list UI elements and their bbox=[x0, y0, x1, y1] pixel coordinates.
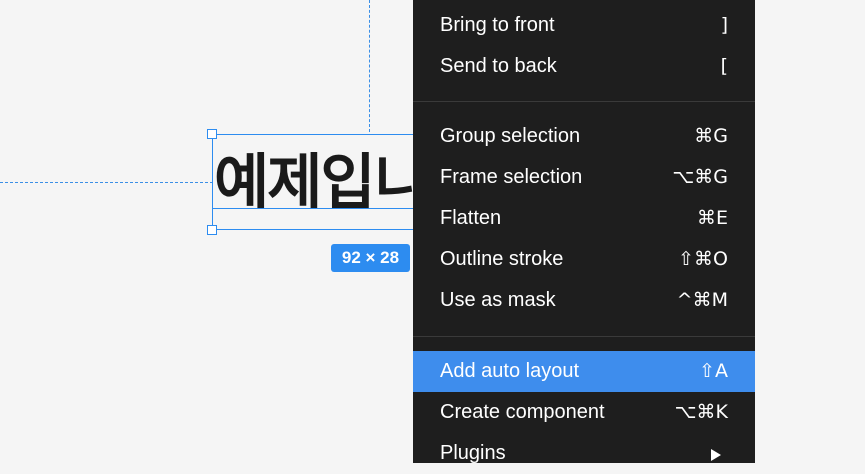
menu-item-bring-to-front[interactable]: Bring to front ] bbox=[413, 5, 755, 46]
menu-item-shortcut: ] bbox=[720, 14, 728, 36]
horizontal-guide-line bbox=[0, 182, 213, 183]
menu-item-label: Plugins bbox=[440, 442, 506, 464]
menu-separator bbox=[413, 336, 755, 337]
menu-item-label: Create component bbox=[440, 401, 605, 423]
menu-item-label: Bring to front bbox=[440, 14, 555, 36]
menu-item-shortcut: ⇧A bbox=[699, 360, 728, 382]
resize-handle-top-left[interactable] bbox=[207, 129, 217, 139]
menu-item-shortcut: ⌥⌘G bbox=[672, 166, 728, 188]
menu-item-plugins[interactable]: Plugins bbox=[413, 433, 755, 474]
dimension-badge: 92 × 28 bbox=[331, 244, 410, 272]
menu-item-label: Flatten bbox=[440, 207, 502, 229]
menu-separator bbox=[413, 101, 755, 102]
menu-item-shortcut: ⇧⌘O bbox=[678, 248, 728, 270]
menu-item-send-to-back[interactable]: Send to back [ bbox=[413, 46, 755, 87]
selection-baseline bbox=[213, 208, 423, 209]
resize-handle-bottom-left[interactable] bbox=[207, 225, 217, 235]
menu-item-shortcut: [ bbox=[720, 55, 728, 77]
context-menu: Bring to front ] Send to back [ Group se… bbox=[413, 0, 755, 464]
menu-item-flatten[interactable]: Flatten ⌘E bbox=[413, 198, 755, 239]
menu-item-label: Send to back bbox=[440, 55, 557, 77]
menu-item-shortcut: ⌘E bbox=[696, 207, 728, 229]
menu-item-label: Outline stroke bbox=[440, 248, 564, 270]
menu-item-label: Frame selection bbox=[440, 166, 583, 188]
menu-item-shortcut: ^⌘M bbox=[676, 289, 728, 311]
menu-item-create-component[interactable]: Create component ⌥⌘K bbox=[413, 392, 755, 433]
menu-item-shortcut: ⌘G bbox=[694, 125, 728, 147]
menu-item-outline-stroke[interactable]: Outline stroke ⇧⌘O bbox=[413, 239, 755, 280]
menu-item-frame-selection[interactable]: Frame selection ⌥⌘G bbox=[413, 157, 755, 198]
menu-item-use-as-mask[interactable]: Use as mask ^⌘M bbox=[413, 280, 755, 321]
menu-item-shortcut: ⌥⌘K bbox=[674, 401, 728, 423]
menu-item-group-selection[interactable]: Group selection ⌘G bbox=[413, 116, 755, 157]
menu-item-label: Add auto layout bbox=[440, 360, 579, 382]
menu-item-label: Group selection bbox=[440, 125, 581, 147]
menu-item-add-auto-layout[interactable]: Add auto layout ⇧A bbox=[413, 351, 755, 392]
vertical-guide-line bbox=[369, 0, 370, 132]
selection-box bbox=[212, 134, 422, 230]
chevron-right-icon bbox=[711, 449, 721, 461]
menu-item-label: Use as mask bbox=[440, 289, 556, 311]
